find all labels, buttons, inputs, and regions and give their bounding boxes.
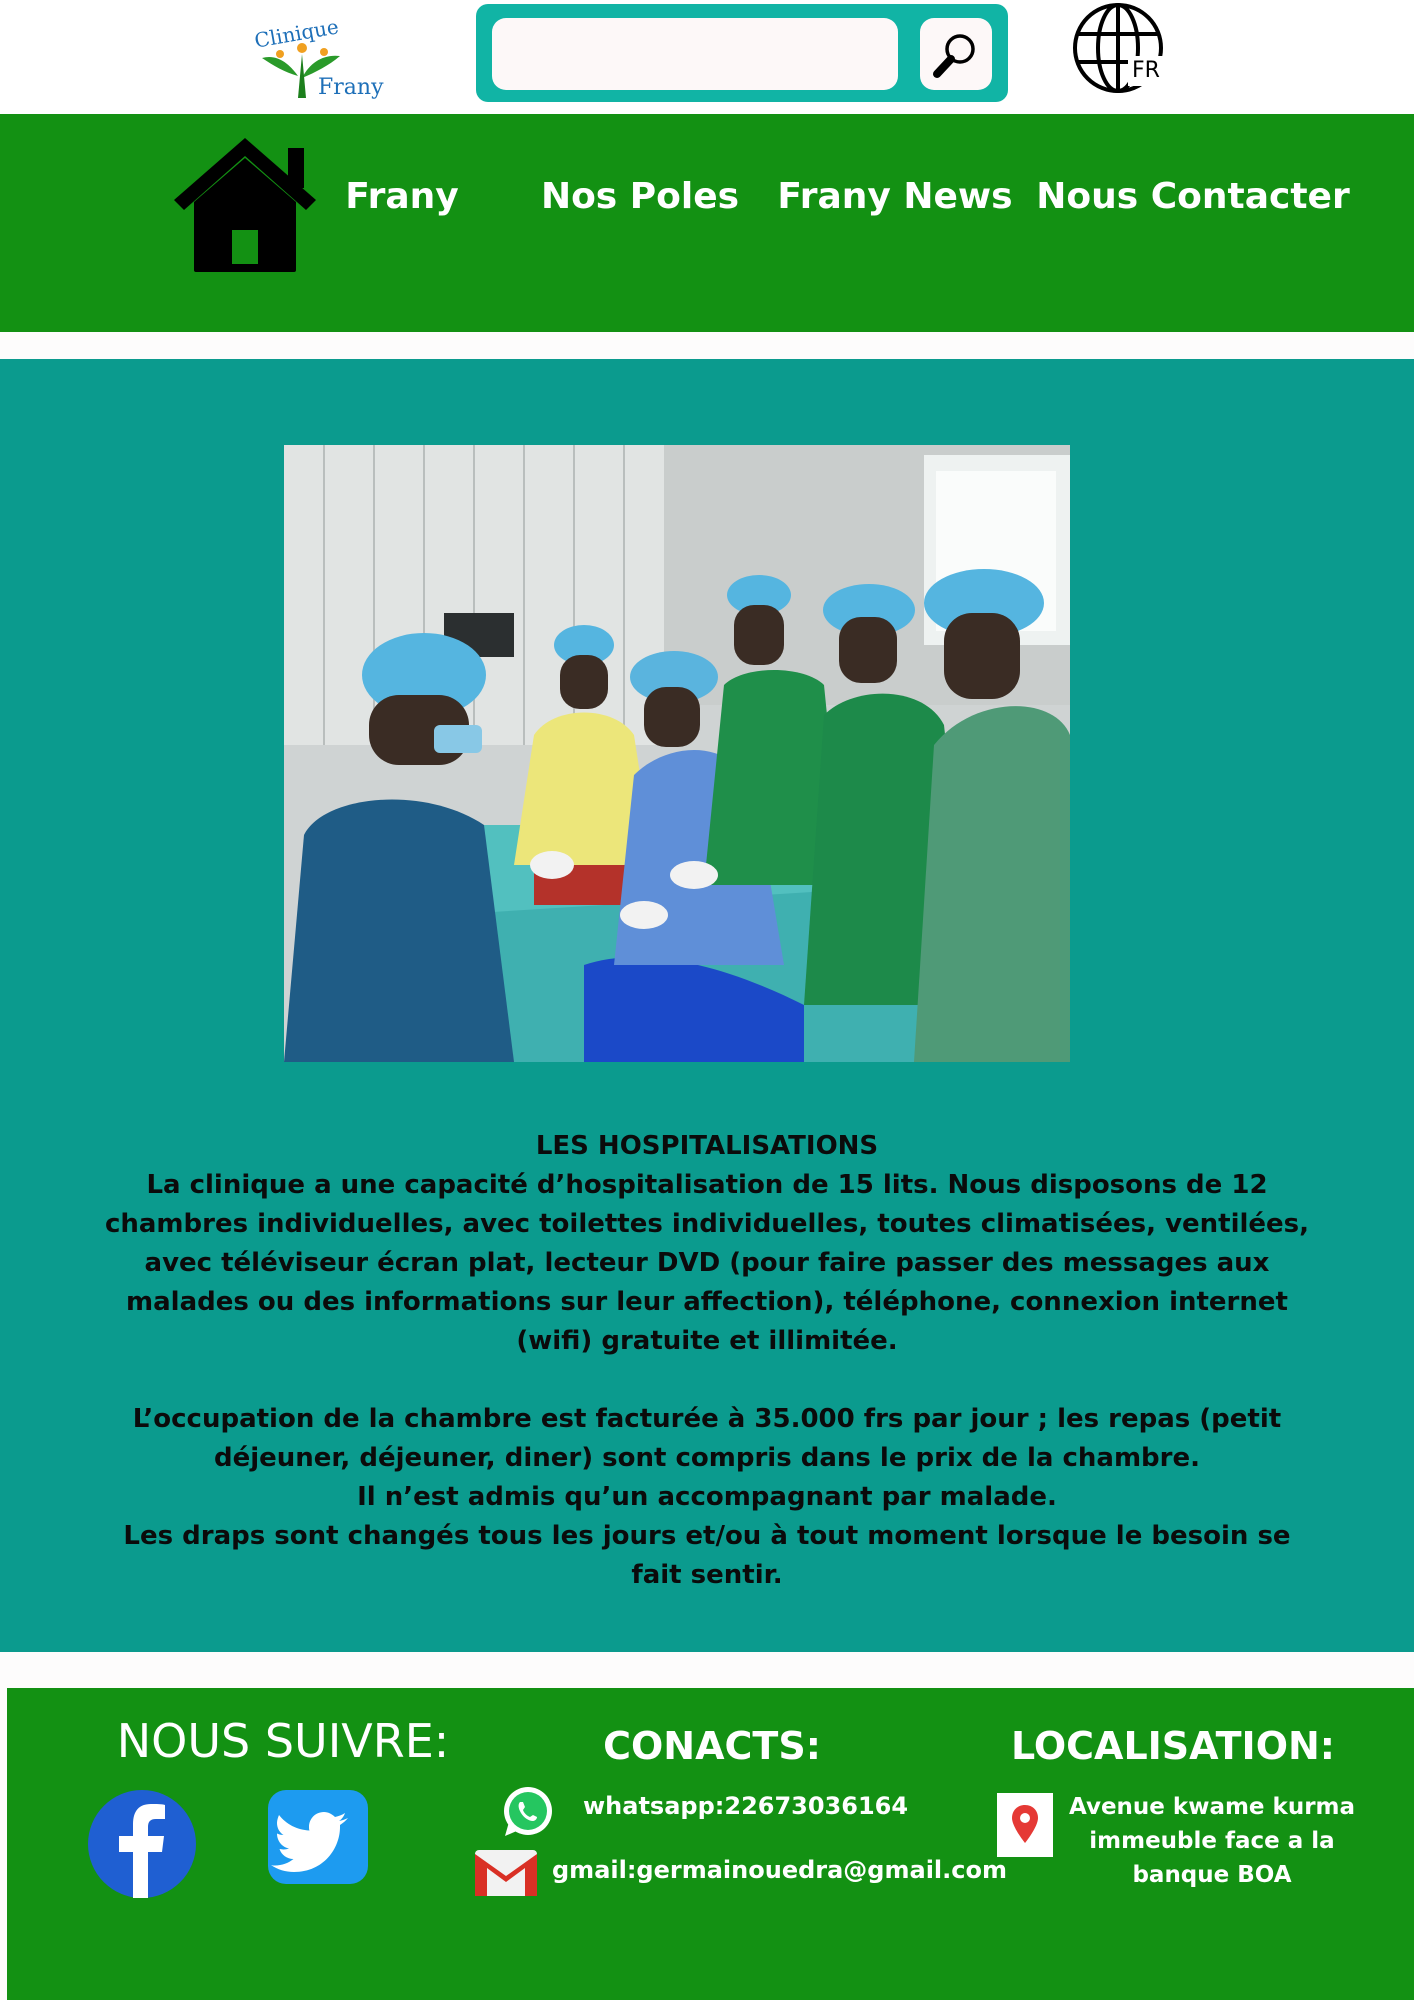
main-nav: Frany Nos Poles Frany News Nous Contacte… (0, 114, 1414, 332)
location-pin[interactable] (997, 1793, 1053, 1857)
home-button[interactable] (174, 134, 316, 274)
article-title: LES HOSPITALISATIONS (535, 1131, 879, 1161)
language-code: FR (1132, 58, 1160, 83)
whatsapp-icon (504, 1787, 552, 1836)
search-button[interactable] (920, 18, 992, 90)
hospitalisation-article: LES HOSPITALISATIONS La clinique a une c… (100, 1127, 1314, 1595)
clinique-frany-logo[interactable]: Clinique Frany (248, 14, 388, 100)
article-paragraph-capacity: La clinique a une capacité d’hospitalisa… (104, 1170, 1310, 1356)
search-input[interactable] (492, 18, 898, 90)
gmail-address[interactable]: gmail:germainouedra@gmail.com (552, 1856, 1007, 1884)
house-icon (174, 138, 316, 272)
top-bar: Clinique Frany FR (0, 0, 1414, 114)
facebook-icon (88, 1790, 196, 1898)
operating-room-photo (284, 445, 1070, 1062)
contacts-title: CONACTS: (603, 1724, 821, 1768)
twitter-link[interactable] (268, 1790, 368, 1884)
nav-item-frany[interactable]: Frany (345, 176, 458, 217)
whatsapp-link[interactable] (499, 1784, 555, 1840)
gmail-icon (475, 1850, 537, 1896)
follow-title: NOUS SUIVRE: (116, 1714, 450, 1768)
language-selector[interactable]: FR (1070, 0, 1170, 100)
footer: NOUS SUIVRE: CONACTS: LOCALISATION: what… (7, 1688, 1414, 2000)
address-text: Avenue kwame kurma immeuble face a la ba… (1068, 1794, 1356, 1888)
nav-item-frany-news[interactable]: Frany News (777, 176, 1012, 217)
gmail-link[interactable] (475, 1850, 537, 1896)
twitter-icon (268, 1790, 368, 1884)
nav-item-nos-poles[interactable]: Nos Poles (541, 176, 739, 217)
search-bar (476, 4, 1008, 102)
logo-text-bottom: Frany (318, 75, 384, 100)
whatsapp-number[interactable]: whatsapp:22673036164 (583, 1792, 908, 1820)
location-pin-icon (997, 1793, 1053, 1857)
magnifier-icon (933, 34, 975, 78)
logo-text-top: Clinique (253, 14, 341, 52)
main-content: LES HOSPITALISATIONS La clinique a une c… (0, 359, 1414, 1652)
facebook-link[interactable] (88, 1790, 196, 1898)
nav-item-nous-contacter[interactable]: Nous Contacter (1036, 176, 1349, 217)
article-paragraph-sheets: Les draps sont changés tous les jours et… (123, 1521, 1291, 1590)
article-paragraph-pricing: L’occupation de la chambre est facturée … (132, 1404, 1282, 1473)
globe-icon (1073, 3, 1166, 93)
location-title: LOCALISATION: (1010, 1724, 1336, 1768)
article-paragraph-companion: Il n’est admis qu’un accompagnant par ma… (357, 1482, 1057, 1512)
